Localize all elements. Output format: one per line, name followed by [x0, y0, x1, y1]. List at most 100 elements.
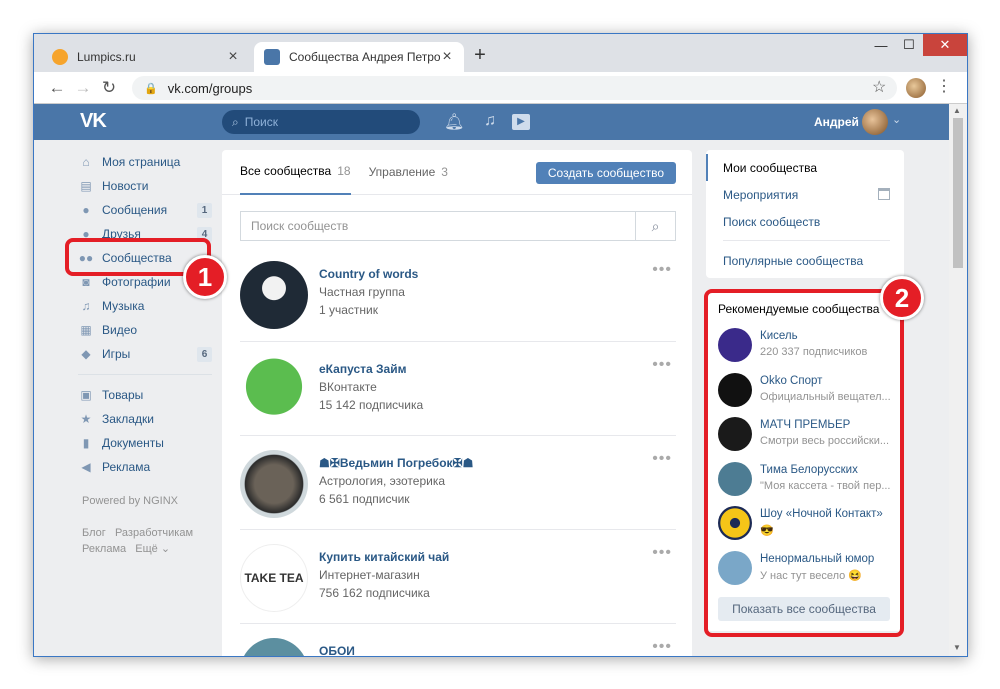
user-avatar[interactable]	[862, 109, 888, 135]
close-window-icon[interactable]: ✕	[923, 34, 967, 56]
close-tab-icon[interactable]: ×	[226, 48, 240, 66]
group-avatar[interactable]	[240, 356, 308, 424]
group-row[interactable]: еКапуста Займ ВКонтакте 15 142 подписчик…	[240, 341, 676, 435]
news-icon: ▤	[80, 179, 92, 193]
group-members: 6 561 подписчик	[319, 492, 410, 506]
forward-icon[interactable]: →	[70, 78, 96, 98]
group-row[interactable]: ☗✠Ведьмин Погребок✠☗ Астрология, эзотери…	[240, 435, 676, 529]
home-icon: ⌂	[82, 155, 90, 169]
sidebar-item-news[interactable]: ▤ Новости	[78, 174, 212, 198]
scroll-down-icon[interactable]: ▼	[953, 643, 961, 652]
sidebar-item-bookmarks[interactable]: ★ Закладки	[78, 407, 212, 431]
close-tab-icon[interactable]: ×	[440, 48, 454, 66]
tab-all-communities[interactable]: Все сообщества 18	[240, 150, 351, 195]
user-name[interactable]: Андрей	[814, 115, 859, 129]
maximize-icon[interactable]: ☐	[895, 34, 923, 56]
window-controls: — ☐ ✕	[867, 34, 967, 56]
sidebar-item-goods[interactable]: ▣ Товары	[78, 383, 212, 407]
highlight-recommended	[704, 289, 904, 637]
group-row[interactable]: TAKE TEA Купить китайский чай Интернет-м…	[240, 529, 676, 623]
group-avatar[interactable]	[240, 261, 308, 329]
back-icon[interactable]: ←	[44, 78, 70, 98]
browser-menu-icon[interactable]: ⋮	[936, 76, 952, 96]
group-row[interactable]: Country of words Частная группа 1 участн…	[240, 247, 676, 341]
sidebar-item-label: Новости	[102, 179, 149, 193]
vk-logo[interactable]: VK	[80, 110, 107, 133]
group-avatar[interactable]	[240, 450, 308, 518]
group-name[interactable]: Country of words	[319, 267, 418, 281]
scrollbar[interactable]: ▲ ▼	[949, 104, 967, 656]
sidebar-item-label: Реклама	[102, 460, 151, 474]
footer-link-more[interactable]: Ещё ⌄	[135, 543, 170, 555]
more-options-icon[interactable]: •••	[652, 356, 672, 374]
powered-by: Powered by NGINX	[82, 495, 178, 507]
more-options-icon[interactable]: •••	[652, 638, 672, 656]
search-icon[interactable]: ⌕	[635, 212, 675, 240]
bell-icon[interactable]: 🔔︎	[444, 112, 464, 132]
footer-link-blog[interactable]: Блог	[82, 527, 106, 539]
games-icon: ◆	[81, 347, 91, 361]
group-members: 756 162 подписчика	[319, 586, 430, 600]
sidebar-item-games[interactable]: ◆ Игры 6	[78, 342, 212, 366]
tab-strip: Lumpics.ru × Сообщества Андрея Петрова ×…	[34, 34, 967, 72]
footer-link-ads[interactable]: Реклама	[82, 543, 126, 555]
scrollbar-thumb[interactable]	[953, 118, 963, 268]
group-row[interactable]: ОБОИ •••	[240, 623, 676, 656]
menu-my-communities[interactable]: Мои сообщества	[706, 154, 904, 181]
calendar-icon	[878, 188, 890, 200]
menu-search-communities[interactable]: Поиск сообществ	[706, 208, 904, 235]
more-options-icon[interactable]: •••	[652, 261, 672, 279]
vk-header: VK ⌕ Поиск 🔔︎ ♫ ▶ Андрей ⌄	[34, 104, 949, 140]
group-name[interactable]: ☗✠Ведьмин Погребок✠☗	[319, 456, 473, 470]
menu-events[interactable]: Мероприятия	[706, 181, 904, 208]
sidebar-item-label: Моя страница	[102, 155, 181, 169]
group-search-input[interactable]: Поиск сообществ	[241, 219, 635, 233]
more-options-icon[interactable]: •••	[652, 544, 672, 562]
tab-management[interactable]: Управление 3	[369, 150, 448, 195]
groups-tabs: Все сообщества 18 Управление 3 Создать соо…	[222, 150, 692, 195]
search-placeholder: Поиск	[244, 115, 278, 129]
sidebar-item-label: Фотографии	[102, 275, 171, 289]
chevron-down-icon[interactable]: ⌄	[892, 113, 901, 126]
left-sidebar: ⌂ Моя страница ▤ Новости ● Сообщения 1 ● Друз…	[78, 150, 212, 557]
menu-popular-communities[interactable]: Популярные сообщества	[706, 247, 904, 274]
sidebar-item-ads[interactable]: ◀ Реклама	[78, 455, 212, 479]
menu-divider	[723, 240, 890, 241]
footer-link-developers[interactable]: Разработчикам	[115, 527, 193, 539]
tab-lumpics[interactable]: Lumpics.ru ×	[42, 42, 250, 72]
sidebar-item-video[interactable]: ▦ Видео	[78, 318, 212, 342]
tab-title: Сообщества Андрея Петрова	[289, 50, 440, 64]
header-search-input[interactable]: ⌕ Поиск	[222, 110, 420, 134]
music-note-icon[interactable]: ♫	[484, 112, 496, 130]
group-name[interactable]: еКапуста Займ	[319, 362, 406, 376]
create-community-button[interactable]: Создать сообщество	[535, 162, 676, 184]
sidebar-item-my-page[interactable]: ⌂ Моя страница	[78, 150, 212, 174]
games-count-badge: 6	[197, 347, 212, 362]
tab-label: Все сообщества	[240, 164, 332, 178]
group-type: Интернет-магазин	[319, 568, 420, 582]
menu-label: Мероприятия	[723, 187, 799, 202]
bookmark-star-icon[interactable]: ☆	[872, 77, 886, 97]
group-name[interactable]: Купить китайский чай	[319, 550, 449, 564]
play-icon[interactable]: ▶	[512, 114, 530, 130]
scroll-up-icon[interactable]: ▲	[953, 106, 961, 115]
tab-vk-groups[interactable]: Сообщества Андрея Петрова ×	[254, 42, 464, 72]
sidebar-item-music[interactable]: ♫ Музыка	[78, 294, 212, 318]
sidebar-item-messages[interactable]: ● Сообщения 1	[78, 198, 212, 222]
new-tab-icon[interactable]: +	[468, 44, 492, 67]
reload-icon[interactable]: ↻	[96, 78, 122, 98]
search-icon: ⌕	[232, 114, 239, 129]
group-type: ВКонтакте	[319, 380, 377, 394]
more-options-icon[interactable]: •••	[652, 450, 672, 468]
url-field[interactable]: 🔒 vk.com/groups	[132, 76, 897, 100]
group-name[interactable]: ОБОИ	[319, 644, 355, 656]
group-avatar[interactable]: TAKE TEA	[240, 544, 308, 612]
group-avatar[interactable]	[240, 638, 308, 656]
lumpics-favicon-icon	[52, 49, 68, 65]
sidebar-item-documents[interactable]: ▮ Документы	[78, 431, 212, 455]
step-badge-1: 1	[183, 255, 227, 299]
photos-icon: ◙	[82, 275, 90, 289]
minimize-icon[interactable]: —	[867, 34, 895, 56]
sidebar-item-label: Закладки	[102, 412, 154, 426]
profile-avatar[interactable]	[906, 78, 926, 98]
